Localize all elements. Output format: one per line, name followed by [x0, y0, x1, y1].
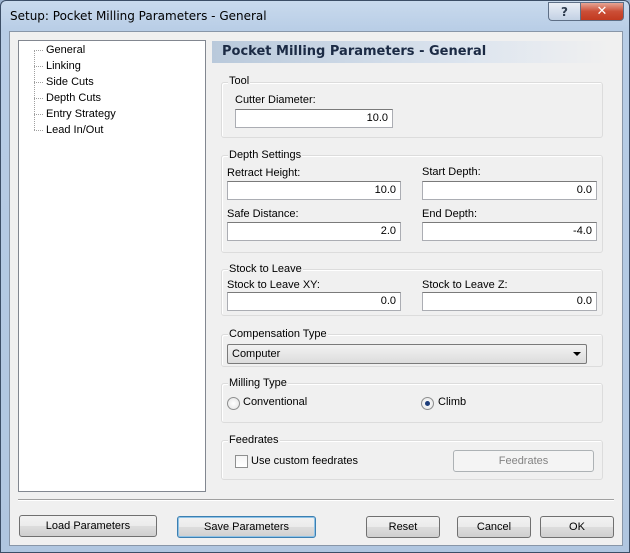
- tree-item-label: Lead In/Out: [46, 124, 104, 136]
- tree-branch: [34, 97, 43, 99]
- tree-branch: [34, 113, 43, 115]
- conventional-label[interactable]: Conventional: [243, 396, 307, 408]
- help-button[interactable]: ?: [548, 2, 580, 21]
- page-header: Pocket Milling Parameters - General: [212, 41, 610, 63]
- ok-label: OK: [569, 521, 585, 533]
- tree-item-linking[interactable]: Linking: [34, 58, 82, 74]
- chevron-down-icon: [573, 352, 581, 356]
- depth-settings-label: Depth Settings: [228, 149, 303, 161]
- load-parameters-button[interactable]: Load Parameters: [19, 515, 157, 537]
- tree-branch: [34, 65, 43, 67]
- save-parameters-label: Save Parameters: [204, 521, 289, 533]
- stock-xy-label: Stock to Leave XY:: [227, 279, 320, 291]
- start-depth-input[interactable]: 0.0: [422, 181, 597, 200]
- compensation-label: Compensation Type: [228, 328, 328, 340]
- tree-item-depth-cuts[interactable]: Depth Cuts: [34, 90, 102, 106]
- close-button[interactable]: ✕: [580, 2, 624, 21]
- cutter-diameter-label: Cutter Diameter:: [235, 94, 316, 106]
- compensation-selected-value: Computer: [232, 348, 281, 360]
- stock-xy-input[interactable]: 0.0: [227, 292, 401, 311]
- feedrates-label: Feedrates: [228, 434, 280, 446]
- tree-item-entry-strategy[interactable]: Entry Strategy: [34, 106, 117, 122]
- tree-item-side-cuts[interactable]: Side Cuts: [34, 74, 95, 90]
- custom-feedrates-checkbox[interactable]: [235, 455, 248, 468]
- safe-distance-label: Safe Distance:: [227, 208, 299, 220]
- tree-item-label: Side Cuts: [46, 76, 94, 88]
- page-title: Pocket Milling Parameters - General: [222, 44, 487, 59]
- tree-branch: [34, 129, 43, 131]
- cutter-diameter-input[interactable]: 10.0: [235, 109, 393, 128]
- settings-tree[interactable]: General Linking Side Cuts Depth Cuts Ent…: [18, 40, 206, 492]
- tree-item-label: General: [46, 44, 86, 56]
- tree-item-label: Entry Strategy: [46, 108, 116, 120]
- dialog-client: General Linking Side Cuts Depth Cuts Ent…: [9, 31, 623, 546]
- title-bar[interactable]: Setup: Pocket Milling Parameters - Gener…: [1, 1, 629, 31]
- dialog-window: Setup: Pocket Milling Parameters - Gener…: [0, 0, 630, 553]
- end-depth-label: End Depth:: [422, 208, 478, 220]
- cancel-button[interactable]: Cancel: [457, 516, 531, 538]
- reset-button[interactable]: Reset: [366, 516, 440, 538]
- safe-distance-input[interactable]: 2.0: [227, 222, 401, 241]
- start-depth-label: Start Depth:: [422, 166, 481, 178]
- feedrates-button[interactable]: Feedrates: [453, 450, 594, 472]
- milling-type-label: Milling Type: [228, 377, 288, 389]
- bottom-separator: [18, 499, 614, 501]
- tree-branch: [34, 81, 43, 83]
- tree-item-general[interactable]: General: [34, 42, 86, 58]
- end-depth-input[interactable]: -4.0: [422, 222, 597, 241]
- cancel-label: Cancel: [476, 521, 512, 533]
- tree-item-label: Linking: [46, 60, 81, 72]
- window-title: Setup: Pocket Milling Parameters - Gener…: [10, 9, 267, 23]
- tree-item-lead-in-out[interactable]: Lead In/Out: [34, 122, 105, 138]
- conventional-radio[interactable]: [227, 397, 240, 410]
- custom-feedrates-label[interactable]: Use custom feedrates: [251, 455, 358, 467]
- climb-radio[interactable]: [421, 397, 434, 410]
- help-icon: ?: [561, 4, 568, 19]
- tree-branch: [34, 49, 43, 51]
- reset-label: Reset: [388, 521, 418, 533]
- retract-height-label: Retract Height:: [227, 167, 301, 179]
- retract-height-input[interactable]: 10.0: [227, 181, 401, 200]
- stock-to-leave-label: Stock to Leave: [228, 263, 303, 275]
- stock-z-input[interactable]: 0.0: [422, 292, 597, 311]
- stock-z-label: Stock to Leave Z:: [422, 279, 508, 291]
- compensation-type-select[interactable]: Computer: [227, 344, 587, 364]
- save-parameters-button[interactable]: Save Parameters: [177, 516, 316, 538]
- ok-button[interactable]: OK: [540, 516, 614, 538]
- tree-item-label: Depth Cuts: [46, 92, 102, 104]
- climb-label[interactable]: Climb: [438, 396, 466, 408]
- tool-group-label: Tool: [228, 75, 251, 87]
- load-parameters-label: Load Parameters: [45, 520, 131, 532]
- close-icon: ✕: [596, 4, 608, 19]
- feedrates-button-label: Feedrates: [498, 455, 549, 467]
